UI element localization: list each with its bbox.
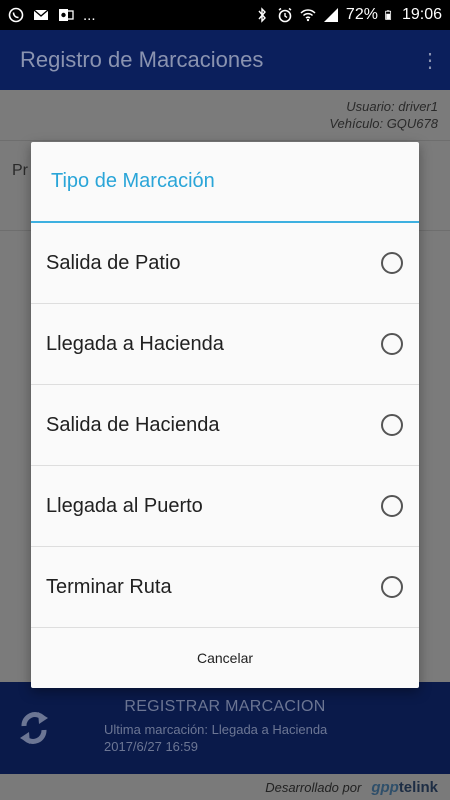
cancel-button[interactable]: Cancelar xyxy=(31,628,419,688)
developed-by-label: Desarrollado por xyxy=(265,779,362,795)
option-terminar-ruta[interactable]: Terminar Ruta xyxy=(31,547,419,628)
status-bar: ... 72% 19:06 xyxy=(0,0,450,30)
alarm-icon xyxy=(278,7,292,23)
outlook-icon xyxy=(59,9,74,21)
wifi-icon xyxy=(300,9,316,22)
whatsapp-icon xyxy=(8,7,24,23)
company-logo: gpp telink xyxy=(371,779,438,796)
radio-button[interactable] xyxy=(381,576,403,598)
vehicle-label: Vehículo: GQU678 xyxy=(329,116,438,131)
option-label: Llegada al Puerto xyxy=(46,494,203,517)
register-panel[interactable]: REGISTRAR MARCACION Ultima marcación: Ll… xyxy=(0,682,450,774)
option-label: Llegada a Hacienda xyxy=(46,332,224,355)
radio-button[interactable] xyxy=(381,495,403,517)
overflow-menu-icon[interactable]: ⋮ xyxy=(420,48,440,73)
user-label: Usuario: driver1 xyxy=(346,99,438,114)
logo-gpp: gpp xyxy=(371,778,399,796)
marking-type-dialog: Tipo de Marcación Salida de Patio Llegad… xyxy=(31,142,419,688)
option-label: Terminar Ruta xyxy=(46,575,172,598)
last-mark-text: Ultima marcación: Llegada a Hacienda xyxy=(104,722,328,737)
mail-icon xyxy=(33,9,49,20)
option-llegada-al-puerto[interactable]: Llegada al Puerto xyxy=(31,466,419,547)
option-salida-de-hacienda[interactable]: Salida de Hacienda xyxy=(31,385,419,466)
battery-percent: 72% xyxy=(345,6,378,23)
more-notifications-indicator: ... xyxy=(83,6,96,24)
option-salida-de-patio[interactable]: Salida de Patio xyxy=(31,223,419,304)
user-info: Usuario: driver1 Vehículo: GQU678 xyxy=(329,98,438,132)
signal-icon xyxy=(323,8,338,22)
dialog-title: Tipo de Marcación xyxy=(51,170,215,192)
bluetooth-icon xyxy=(258,7,266,23)
divider xyxy=(0,140,450,141)
battery-icon xyxy=(385,10,391,20)
option-label: Salida de Hacienda xyxy=(46,413,220,436)
radio-button[interactable] xyxy=(381,333,403,355)
app-title: Registro de Marcaciones xyxy=(20,47,264,72)
radio-button[interactable] xyxy=(381,414,403,436)
app-bar: Registro de Marcaciones ⋮ xyxy=(0,30,450,90)
register-button-label[interactable]: REGISTRAR MARCACION xyxy=(0,698,450,716)
option-label: Salida de Patio xyxy=(46,251,181,274)
footer: Desarrollado por gpp telink xyxy=(0,774,450,800)
option-llegada-a-hacienda[interactable]: Llegada a Hacienda xyxy=(31,304,419,385)
last-mark-date: 2017/6/27 16:59 xyxy=(104,739,198,754)
background-field-label: Pr xyxy=(12,162,28,179)
radio-button[interactable] xyxy=(381,252,403,274)
logo-telink: telink xyxy=(398,778,438,796)
clock-time: 19:06 xyxy=(401,6,442,23)
